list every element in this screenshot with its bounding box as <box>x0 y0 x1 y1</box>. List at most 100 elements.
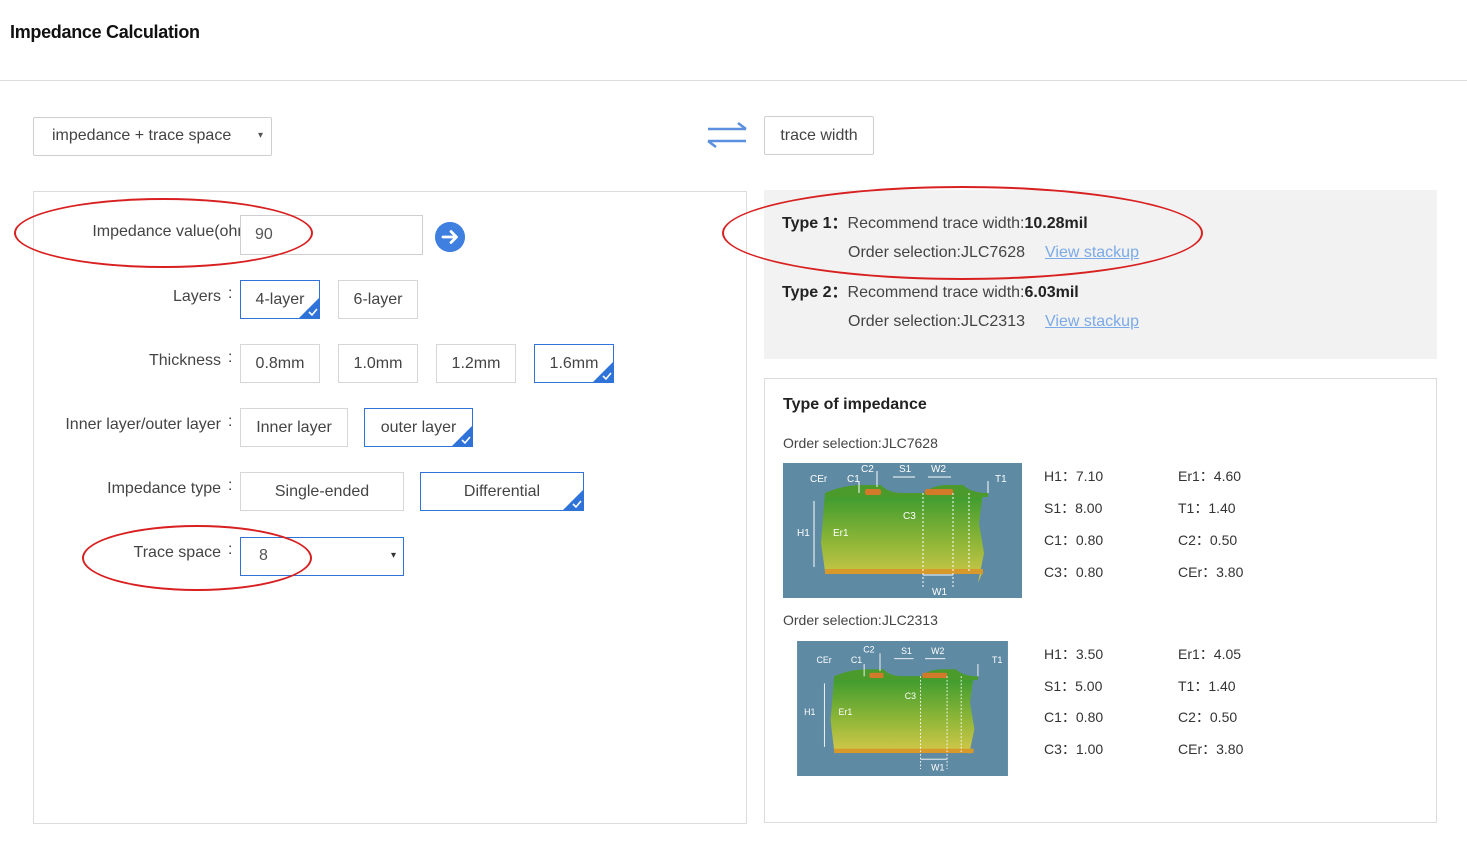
view-stackup-link[interactable]: View stackup <box>1045 313 1139 331</box>
order-selection: Order selection:JLC7628 <box>848 244 1025 261</box>
page-title: Impedance Calculation <box>10 22 200 42</box>
param-c2: C2：0.50 <box>1178 532 1238 548</box>
param-c1: C1：0.80 <box>1044 709 1104 725</box>
page-header: Impedance Calculation <box>0 0 1467 81</box>
colon: : <box>228 220 233 237</box>
arrow-right-circle-icon[interactable] <box>435 222 465 252</box>
checkmark-icon <box>593 362 613 382</box>
chevron-down-icon: ▾ <box>257 130 263 141</box>
option-label: Inner layer <box>256 418 332 436</box>
checkmark-icon <box>452 426 472 446</box>
param-s1: S1：8.00 <box>1044 500 1103 516</box>
impedance-type-differential[interactable]: Differential <box>420 472 584 511</box>
option-label: 1.0mm <box>353 354 403 372</box>
trace-width-button[interactable]: trace width <box>764 116 874 155</box>
stackup-order-selection: Order selection:JLC7628 <box>783 435 938 451</box>
w1-label: W1 <box>932 587 947 598</box>
recommended-width: 10.28mil <box>1024 215 1088 232</box>
mode-select-value: impedance + trace space <box>52 127 232 144</box>
calculation-mode-select[interactable]: impedance + trace space ▾ <box>33 117 272 156</box>
impedance-type-label: Impedance type <box>107 480 221 497</box>
param-t1: T1：1.40 <box>1178 678 1236 694</box>
trace-space-value: 8 <box>259 547 268 564</box>
h1-label: H1 <box>797 528 810 539</box>
c2-label: C2 <box>861 464 874 475</box>
type-label: Type 1： <box>782 215 848 232</box>
colon: : <box>228 349 233 366</box>
colon: : <box>228 477 233 494</box>
er1-label: Er1 <box>839 707 853 717</box>
thickness-label: Thickness <box>148 352 221 369</box>
result-panel: Type 1：Recommend trace width:10.28mil Or… <box>764 190 1437 359</box>
colon: : <box>228 541 233 558</box>
option-label: 0.8mm <box>255 354 305 372</box>
w2-label: W2 <box>931 464 946 475</box>
t1-label: T1 <box>992 655 1002 665</box>
c3-label: C3 <box>905 691 916 701</box>
w1-label: W1 <box>931 763 944 773</box>
c2-label: C2 <box>863 644 874 654</box>
option-label: Single-ended <box>274 482 370 500</box>
c3-label: C3 <box>903 511 916 522</box>
param-s1: S1：5.00 <box>1044 678 1103 694</box>
h1-label: H1 <box>804 707 815 717</box>
option-label: outer layer <box>380 418 457 436</box>
param-h1: H1：7.10 <box>1044 468 1104 484</box>
option-label: 4-layer <box>255 290 305 308</box>
order-selection: Order selection:JLC2313 <box>848 313 1025 330</box>
recommend-label: Recommend trace width: <box>847 284 1025 301</box>
option-label: 1.2mm <box>451 354 501 372</box>
colon: : <box>228 413 233 430</box>
param-c1: C1：0.80 <box>1044 532 1104 548</box>
layer-option-outer[interactable]: outer layer <box>364 408 473 447</box>
type-label: Type 2： <box>782 284 848 301</box>
colon: : <box>228 285 233 302</box>
thickness-option-0.8mm[interactable]: 0.8mm <box>240 344 320 383</box>
er1-label: Er1 <box>833 528 849 539</box>
layers-label: Layers <box>172 288 221 305</box>
differential-stackup-diagram: CEr C1 C2 S1 W2 T1 C3 H1 Er1 W1 <box>783 463 1022 598</box>
checkmark-icon <box>563 490 583 510</box>
s1-label: S1 <box>901 646 912 656</box>
t1-label: T1 <box>995 474 1007 485</box>
layers-option-4-layer[interactable]: 4-layer <box>240 280 320 319</box>
c1-label: C1 <box>847 474 860 485</box>
inner-outer-layer-label: Inner layer/outer layer <box>65 416 221 433</box>
swap-arrows-icon[interactable] <box>704 120 750 150</box>
layers-option-6-layer[interactable]: 6-layer <box>338 280 418 319</box>
param-er1: Er1：4.60 <box>1178 468 1242 484</box>
trace-space-label: Trace space <box>133 544 221 561</box>
option-label: Differential <box>463 482 541 500</box>
thickness-option-1.2mm[interactable]: 1.2mm <box>436 344 516 383</box>
thickness-option-1.0mm[interactable]: 1.0mm <box>338 344 418 383</box>
view-stackup-link[interactable]: View stackup <box>1045 244 1139 262</box>
impedance-type-single-ended[interactable]: Single-ended <box>240 472 404 511</box>
cer-label: CEr <box>810 474 828 485</box>
w2-label: W2 <box>931 646 944 656</box>
differential-stackup-diagram: CEr C1 C2 S1 W2 T1 C3 H1 Er1 W1 <box>797 641 1008 776</box>
option-label: 1.6mm <box>549 354 599 372</box>
param-cer: CEr：3.80 <box>1178 564 1244 580</box>
trace-space-select[interactable]: 8 ▾ <box>240 537 404 576</box>
impedance-type-title: Type of impedance <box>783 396 927 413</box>
s1-label: S1 <box>899 464 912 475</box>
param-t1: T1：1.40 <box>1178 500 1236 516</box>
checkmark-icon <box>299 298 319 318</box>
impedance-type-panel: Type of impedance Order selection:JLC762… <box>764 378 1437 823</box>
cer-label: CEr <box>816 655 831 665</box>
option-label: 6-layer <box>353 290 403 308</box>
thickness-option-1.6mm[interactable]: 1.6mm <box>534 344 614 383</box>
stackup-order-selection: Order selection:JLC2313 <box>783 612 938 628</box>
result-type-2: Type 2：Recommend trace width:6.03mil <box>782 278 1079 302</box>
recommend-label: Recommend trace width: <box>847 215 1025 232</box>
param-h1: H1：3.50 <box>1044 646 1104 662</box>
param-c3: C3：1.00 <box>1044 741 1104 757</box>
param-c3: C3：0.80 <box>1044 564 1104 580</box>
layer-option-inner[interactable]: Inner layer <box>240 408 348 447</box>
impedance-value-input[interactable]: 90 <box>240 215 423 255</box>
param-c2: C2：0.50 <box>1178 709 1238 725</box>
result-type-1: Type 1：Recommend trace width:10.28mil <box>782 209 1088 233</box>
param-er1: Er1：4.05 <box>1178 646 1242 662</box>
param-cer: CEr：3.80 <box>1178 741 1244 757</box>
c1-label: C1 <box>851 655 862 665</box>
